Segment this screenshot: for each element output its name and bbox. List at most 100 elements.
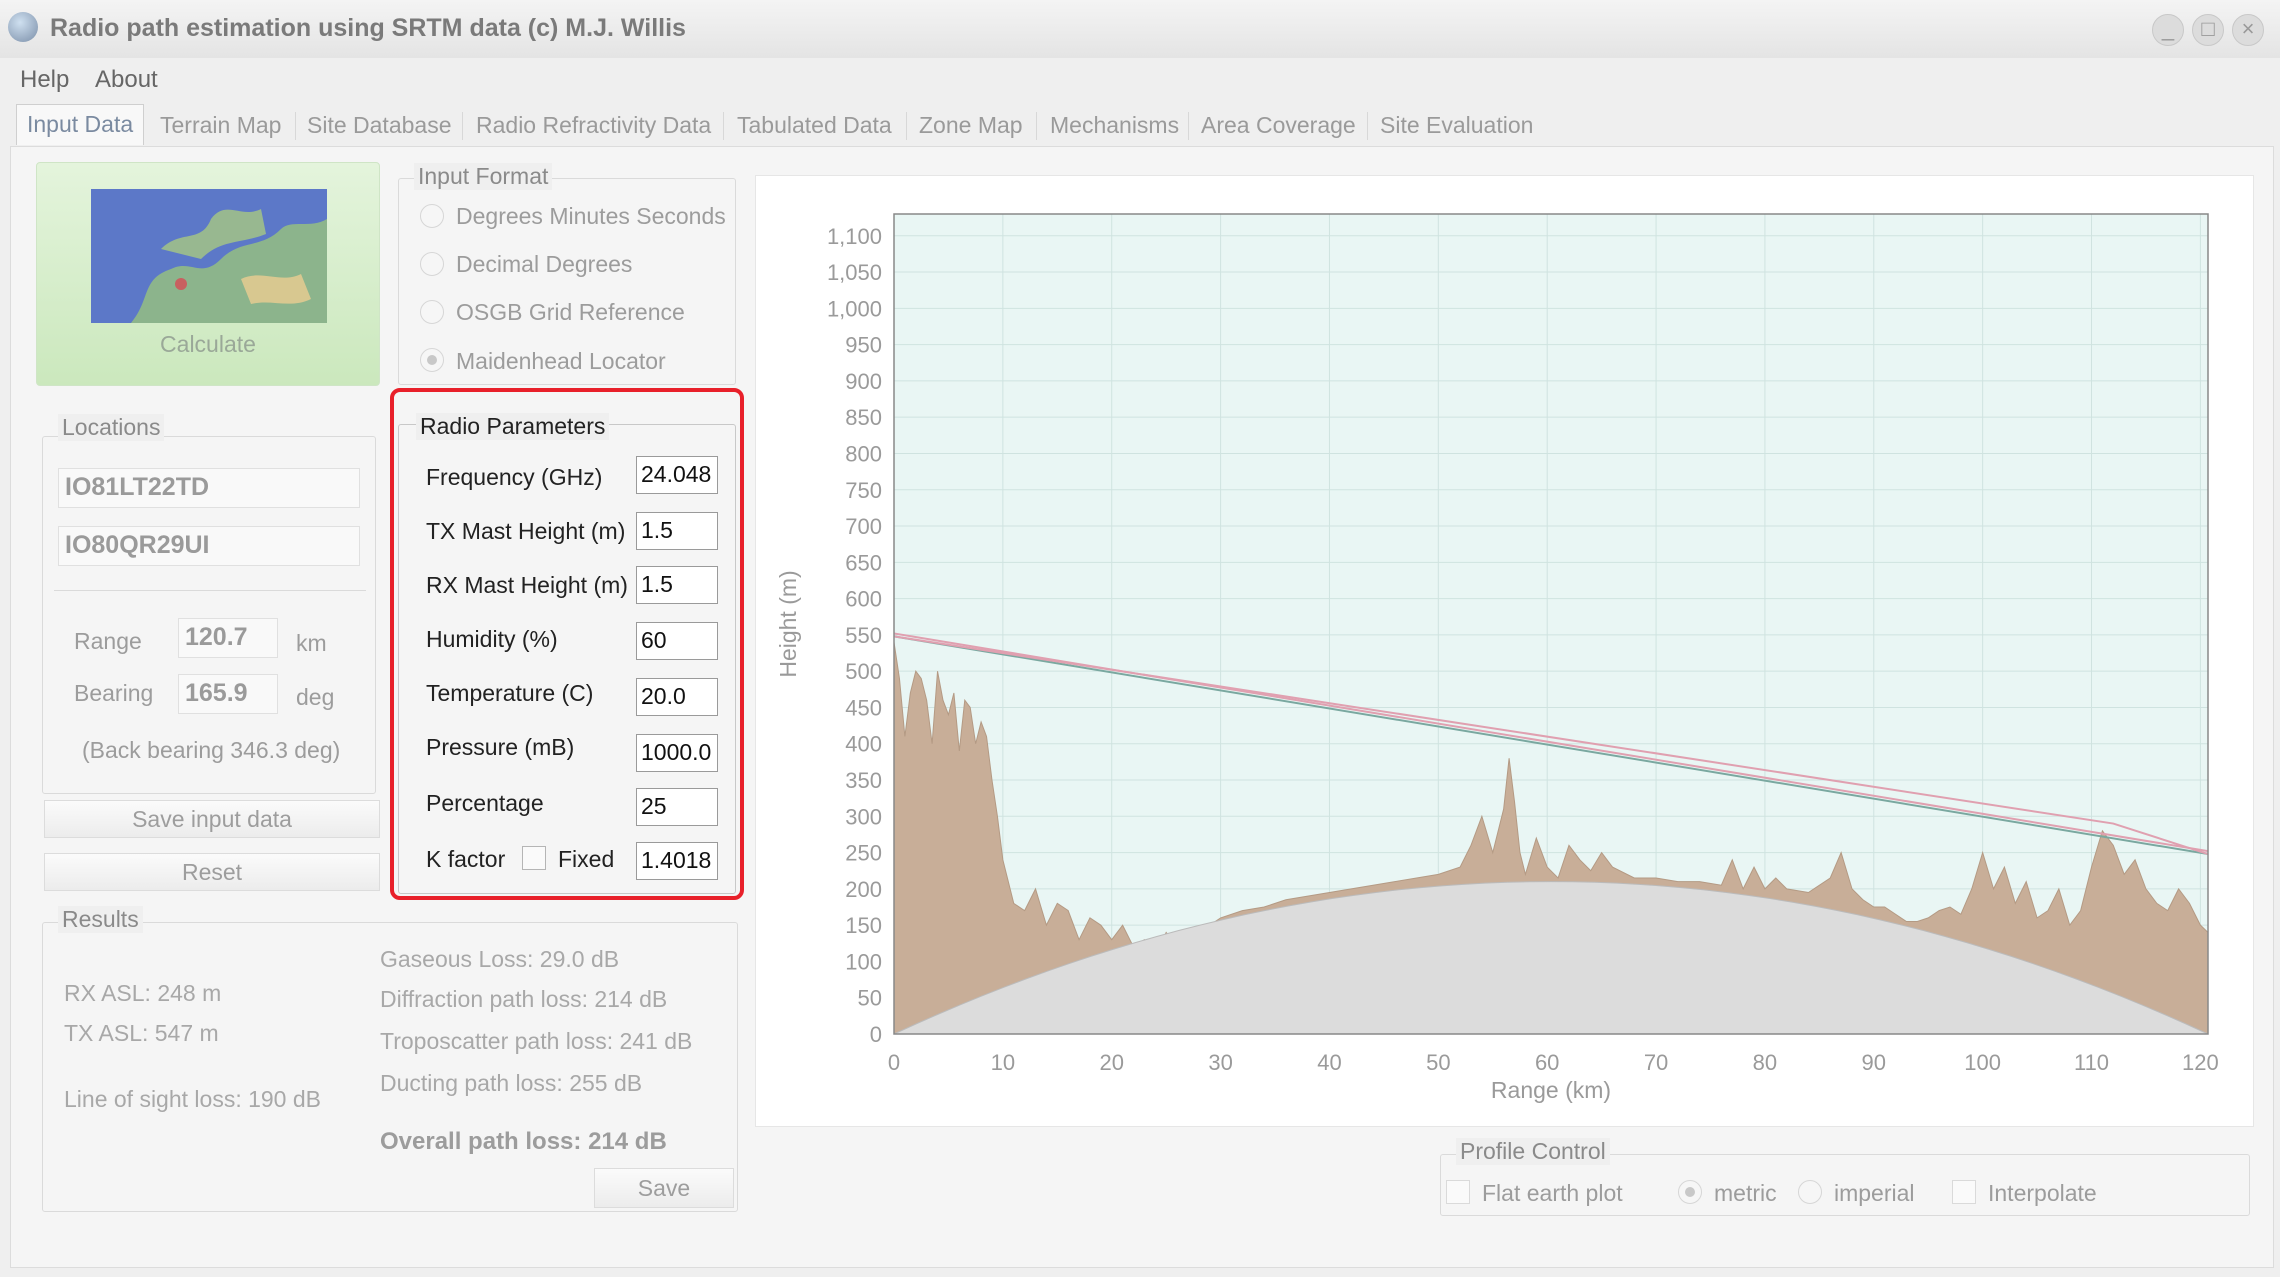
interpolate-label: Interpolate — [1988, 1180, 2097, 1206]
location-2-input[interactable]: IO80QR29UI — [58, 526, 360, 566]
tab-separator — [1367, 112, 1368, 140]
y-tick-label: 650 — [845, 550, 882, 575]
reset-button[interactable]: Reset — [44, 853, 380, 891]
profile-control-title: Profile Control — [1456, 1138, 1610, 1165]
menu-about[interactable]: About — [95, 66, 158, 94]
y-tick-label: 1,100 — [827, 224, 882, 249]
ducting-loss: Ducting path loss: 255 dB — [380, 1070, 643, 1096]
humidity-input[interactable]: 60 — [636, 622, 718, 660]
profile-chart-panel: 0 10 20 30 40 50 60 70 80 90 100 110 120 0 50 100 150 200… — [755, 175, 2254, 1127]
tab-separator — [906, 112, 907, 140]
tab-radio-refractivity[interactable]: Radio Refractivity Data — [476, 112, 711, 148]
option-decimal-label: Decimal Degrees — [456, 251, 633, 277]
y-tick-label: 750 — [845, 478, 882, 503]
range-unit: km — [296, 630, 327, 656]
x-tick-label: 20 — [1099, 1050, 1123, 1075]
tab-tabulated-data[interactable]: Tabulated Data — [737, 112, 892, 148]
tab-input-data[interactable]: Input Data — [16, 104, 145, 145]
humidity-label: Humidity (%) — [426, 626, 558, 652]
y-tick-label: 0 — [870, 1022, 882, 1047]
tx-mast-height-label: TX Mast Height (m) — [426, 518, 626, 544]
results-title: Results — [58, 906, 143, 933]
gaseous-loss: Gaseous Loss: 29.0 dB — [380, 946, 620, 972]
x-tick-label: 50 — [1426, 1050, 1450, 1075]
x-tick-label: 10 — [991, 1050, 1015, 1075]
y-axis-label: Height (m) — [775, 570, 801, 677]
x-tick-label: 0 — [888, 1050, 900, 1075]
k-factor-input[interactable]: 1.4018 — [636, 842, 718, 880]
y-tick-label: 450 — [845, 695, 882, 720]
rx-asl: RX ASL: 248 m — [64, 980, 222, 1006]
tab-zone-map[interactable]: Zone Map — [919, 112, 1023, 148]
pressure-label: Pressure (mB) — [426, 734, 575, 760]
metric-radio[interactable] — [1678, 1180, 1702, 1204]
menu-help[interactable]: Help — [20, 66, 69, 94]
y-tick-label: 350 — [845, 768, 882, 793]
y-tick-label: 200 — [845, 877, 882, 902]
y-tick-label: 400 — [845, 732, 882, 757]
bearing-value: 165.9 — [178, 674, 278, 714]
tab-separator — [462, 112, 463, 140]
option-dms-label: Degrees Minutes Seconds — [456, 203, 726, 229]
percentage-label: Percentage — [426, 790, 544, 816]
radio-parameters-title: Radio Parameters — [416, 413, 610, 440]
tab-area-coverage[interactable]: Area Coverage — [1201, 112, 1356, 148]
x-tick-label: 110 — [2074, 1050, 2109, 1075]
tab-mechanisms[interactable]: Mechanisms — [1050, 112, 1179, 148]
calculate-button[interactable]: Calculate — [36, 162, 380, 386]
globe-icon — [8, 12, 38, 42]
pressure-input[interactable]: 1000.0 — [636, 734, 718, 772]
k-factor-fixed-checkbox[interactable] — [522, 846, 546, 870]
y-tick-label: 950 — [845, 333, 882, 358]
x-axis-label: Range (km) — [1491, 1077, 1611, 1103]
percentage-input[interactable]: 25 — [636, 788, 718, 826]
save-input-button[interactable]: Save input data — [44, 800, 380, 838]
troposcatter-loss: Troposcatter path loss: 241 dB — [380, 1028, 693, 1054]
maximize-button[interactable]: □ — [2192, 14, 2224, 46]
y-tick-label: 150 — [845, 913, 882, 938]
frequency-label: Frequency (GHz) — [426, 464, 603, 490]
y-tick-label: 600 — [845, 587, 882, 612]
x-tick-label: 100 — [1964, 1050, 2001, 1075]
overall-path-loss: Overall path loss: 214 dB — [380, 1128, 667, 1155]
metric-label: metric — [1714, 1180, 1777, 1206]
radio-maidenhead[interactable] — [420, 348, 444, 372]
tx-mast-height-input[interactable]: 1.5 — [636, 512, 718, 550]
tab-terrain-map[interactable]: Terrain Map — [160, 112, 281, 148]
divider — [54, 590, 366, 591]
tab-site-database[interactable]: Site Database — [307, 112, 451, 148]
range-value: 120.7 — [178, 618, 278, 658]
radio-osgb[interactable] — [420, 300, 444, 324]
flat-earth-checkbox[interactable] — [1446, 1180, 1470, 1204]
save-button[interactable]: Save — [594, 1168, 734, 1208]
flat-earth-label: Flat earth plot — [1482, 1180, 1623, 1206]
minimize-button[interactable]: _ — [2152, 14, 2184, 46]
radio-dms[interactable] — [420, 204, 444, 228]
x-tick-label: 60 — [1535, 1050, 1559, 1075]
y-tick-label: 50 — [858, 986, 882, 1011]
location-1-input[interactable]: IO81LT22TD — [58, 468, 360, 508]
frequency-input[interactable]: 24.048 — [636, 456, 718, 494]
tab-separator — [295, 112, 296, 140]
x-tick-label: 120 — [2182, 1050, 2219, 1075]
x-tick-label: 90 — [1862, 1050, 1886, 1075]
y-tick-label: 900 — [845, 369, 882, 394]
y-tick-label: 250 — [845, 841, 882, 866]
radio-decimal-degrees[interactable] — [420, 252, 444, 276]
y-tick-label: 300 — [845, 804, 882, 829]
tab-separator — [1188, 112, 1189, 140]
temperature-input[interactable]: 20.0 — [636, 678, 718, 716]
temperature-label: Temperature (C) — [426, 680, 594, 706]
rx-mast-height-input[interactable]: 1.5 — [636, 566, 718, 604]
x-tick-label: 30 — [1208, 1050, 1232, 1075]
tab-site-evaluation[interactable]: Site Evaluation — [1380, 112, 1533, 148]
y-tick-label: 500 — [845, 659, 882, 684]
option-maidenhead-label: Maidenhead Locator — [456, 348, 666, 374]
close-button[interactable]: × — [2232, 14, 2264, 46]
imperial-radio[interactable] — [1798, 1180, 1822, 1204]
interpolate-checkbox[interactable] — [1952, 1180, 1976, 1204]
y-tick-label: 1,000 — [827, 296, 882, 321]
tab-separator — [1036, 112, 1037, 140]
tab-separator — [723, 112, 724, 140]
y-tick-label: 850 — [845, 405, 882, 430]
